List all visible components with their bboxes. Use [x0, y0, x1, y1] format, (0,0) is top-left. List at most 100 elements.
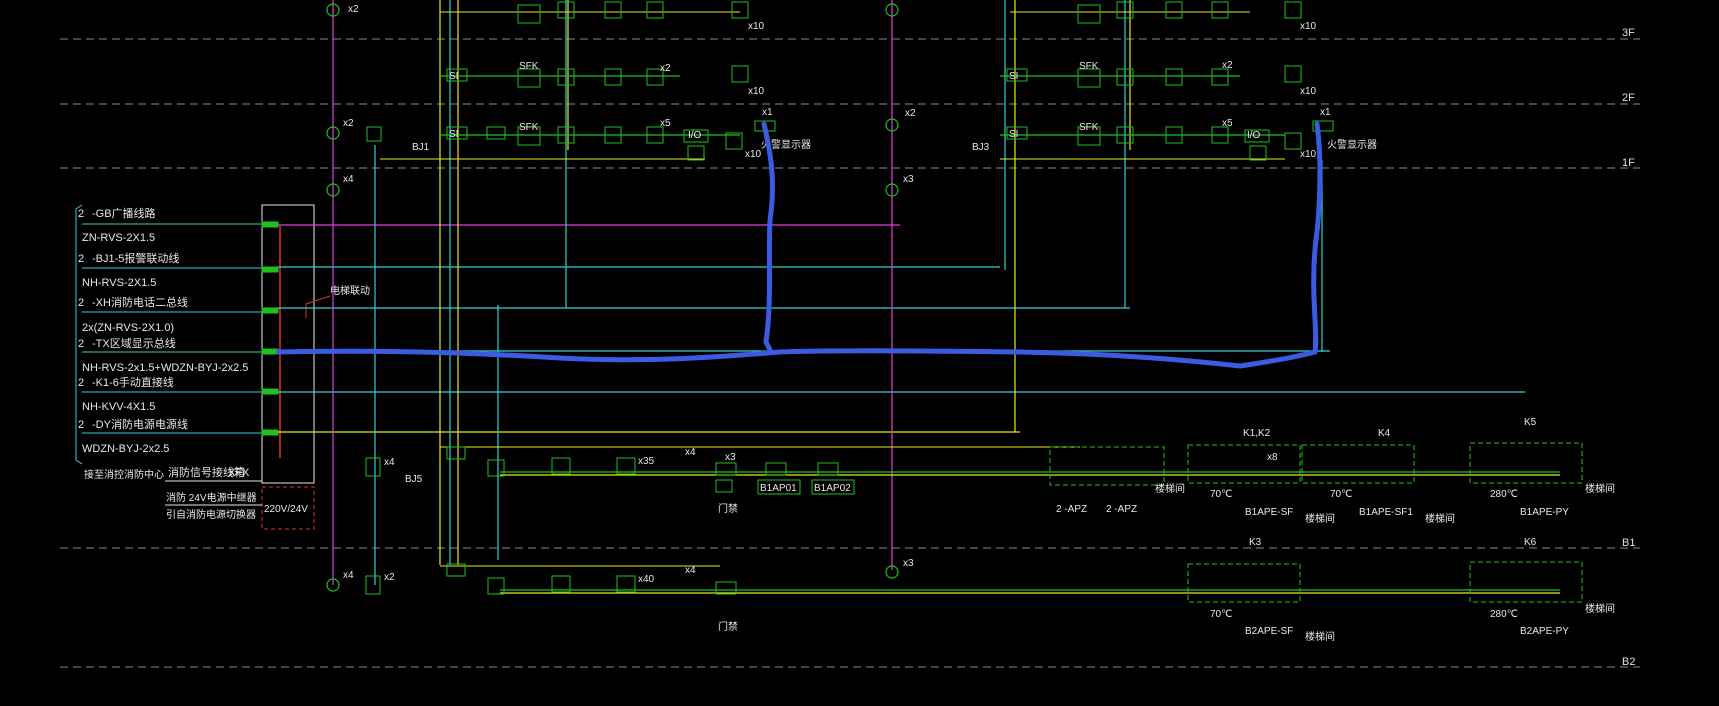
legend-head-2: -XH消防电话二总线 — [92, 295, 188, 309]
riser-count-a: x2 — [348, 4, 359, 15]
b1-io-3 — [817, 462, 839, 476]
b2ape-sf-label: B2APE-SF — [1245, 626, 1293, 637]
b2-left-phone — [365, 575, 381, 595]
k4-label: K4 — [1378, 428, 1391, 439]
legend-spec-4: NH-KVV-4X1.5 — [82, 401, 155, 413]
riser-count-h: x4 — [384, 457, 395, 468]
phone-1f-left — [687, 145, 705, 161]
gate-1f-left — [486, 126, 506, 140]
legend-count-0: 2 — [78, 208, 84, 220]
temp280-b1: 280℃ — [1490, 489, 1518, 500]
apz-group — [1049, 446, 1165, 486]
button-3f-left — [646, 1, 664, 19]
x10-label-2f-right: x10 — [1300, 86, 1317, 97]
x5-label-1f-left: x5 — [660, 118, 671, 129]
x1-label-display-left: x1 — [762, 107, 773, 118]
legend-count-4: 2 — [78, 377, 84, 389]
x3-label-b1: x3 — [725, 452, 736, 463]
terminal-blocks — [261, 221, 279, 436]
legend-spec-2: 2x(ZN-RVS-2X1.0) — [82, 322, 174, 334]
apz-label-1: 2 -APZ — [1056, 504, 1087, 515]
b1ape-sf-group — [1187, 444, 1301, 484]
x2-label-2f-right: x2 — [1222, 60, 1233, 71]
b2-detector — [487, 577, 505, 595]
bj3-label: BJ3 — [972, 142, 990, 153]
signal-junction-box[interactable]: 消防信号接线箱 XFX — [165, 204, 315, 484]
xfx-label: XFX — [228, 467, 250, 479]
speaker-2f-left — [604, 68, 622, 86]
io-label-1f-left: I/O — [688, 130, 702, 141]
x35-label-b1: x35 — [638, 456, 655, 467]
terminal-0 — [261, 221, 279, 228]
sfk-1f-left: SFK — [519, 122, 539, 133]
x10-label-2f-left: x10 — [748, 86, 765, 97]
legend-count-5: 2 — [78, 419, 84, 431]
legend-head-1: -BJ1-5报警联动线 — [92, 251, 179, 265]
si-label-1f-right: SI — [1009, 129, 1018, 140]
speaker-3f-left — [604, 1, 622, 19]
b1ape-sf-label: B1APE-SF — [1245, 507, 1293, 518]
stair-label-2: 楼梯间 — [1305, 512, 1335, 525]
power-supply-box[interactable]: 220V/24V 消防 24V电源中继器 引自消防电源切换器 — [165, 486, 315, 530]
legend: 2 -GB广播线路 ZN-RVS-2X1.5 2 -BJ1-5报警联动线 NH-… — [75, 204, 248, 481]
detector-3f-left — [731, 1, 749, 19]
legend-spec-5: WDZN-BYJ-2x2.5 — [82, 443, 169, 455]
button-3f-right — [1211, 1, 1229, 19]
button-2f-right — [1211, 68, 1229, 86]
si-label-1f-left: SI — [449, 129, 458, 140]
x2-label-2f-left: x2 — [660, 63, 671, 74]
legend-note-left: 接至消控消防中心 — [84, 468, 164, 481]
si-label-2f-right: SI — [1009, 71, 1018, 82]
legend-head-5: -DY消防电源电源线 — [92, 417, 188, 431]
k5-label: K5 — [1524, 417, 1537, 428]
b1-io-2 — [765, 462, 787, 476]
legend-head-3: -TX区域显示总线 — [92, 336, 176, 350]
x8-label-b1: x8 — [1267, 452, 1278, 463]
legend-count-3: 2 — [78, 338, 84, 350]
x10-label-1f-right: x10 — [1300, 149, 1317, 160]
io-3f-left — [517, 4, 541, 24]
sfk-2f-right: SFK — [1079, 61, 1099, 72]
speaker-2f-right — [1165, 68, 1183, 86]
terminal-1 — [261, 266, 279, 273]
riser-count-e: x2 — [905, 108, 916, 119]
elevator-link: 电梯联动 — [305, 284, 370, 318]
x10-label-3f-right: x10 — [1300, 21, 1317, 32]
cad-diagram-canvas[interactable]: 3F 2F 1F B1 B2 2 -GB广播线路 ZN-RVS-2X1.5 2 … — [0, 0, 1719, 706]
psu-source-label: 引自消防电源切换器 — [166, 508, 256, 521]
b1ap01-label: B1AP01 — [760, 483, 797, 494]
legend-spec-0: ZN-RVS-2X1.5 — [82, 232, 155, 244]
speaker-3f-right — [1165, 1, 1183, 19]
x5-label-1f-right: x5 — [1222, 118, 1233, 129]
x10-label-3f-left: x10 — [748, 21, 765, 32]
stair-label-6: 楼梯间 — [1585, 602, 1615, 615]
risers — [332, 0, 1323, 585]
b1ape-sf1-label: B1APE-SF1 — [1359, 507, 1413, 518]
b1ap02-label: B1AP02 — [814, 483, 851, 494]
terminal-4 — [261, 388, 279, 395]
floor-label-2f: 2F — [1622, 92, 1635, 104]
riser-modules — [326, 3, 899, 592]
b2ape-py-label: B2APE-PY — [1520, 626, 1569, 637]
route-riser-left — [761, 121, 775, 353]
floor-label-1f: 1F — [1622, 157, 1635, 169]
b2ape-sf-group — [1187, 563, 1301, 603]
sfk-2f-left: SFK — [519, 61, 539, 72]
highlighted-route — [275, 121, 1323, 369]
bus-lines — [278, 224, 1525, 433]
riser-count-f: x3 — [903, 174, 914, 185]
b1-labels: B1AP01 B1AP02 门禁 门禁 2 -APZ 2 -APZ B1APE-… — [638, 417, 1615, 643]
detector-2f-left — [731, 65, 749, 83]
terminal-5 — [261, 429, 279, 436]
elevator-link-leader — [305, 295, 331, 318]
io-3f-right — [1077, 4, 1101, 24]
riser-count-g: x3 — [903, 558, 914, 569]
floor-label-b2: B2 — [1622, 656, 1635, 668]
floor-labels: 3F 2F 1F B1 B2 — [1622, 27, 1635, 668]
k12-label: K1,K2 — [1243, 428, 1271, 439]
b1ape-sf1-group — [1301, 444, 1415, 484]
stair-label-4: 楼梯间 — [1585, 482, 1615, 495]
stair-label-1: 楼梯间 — [1155, 482, 1185, 495]
detector-2f-right — [1284, 65, 1302, 83]
psu-label: 消防 24V电源中继器 — [166, 491, 257, 504]
